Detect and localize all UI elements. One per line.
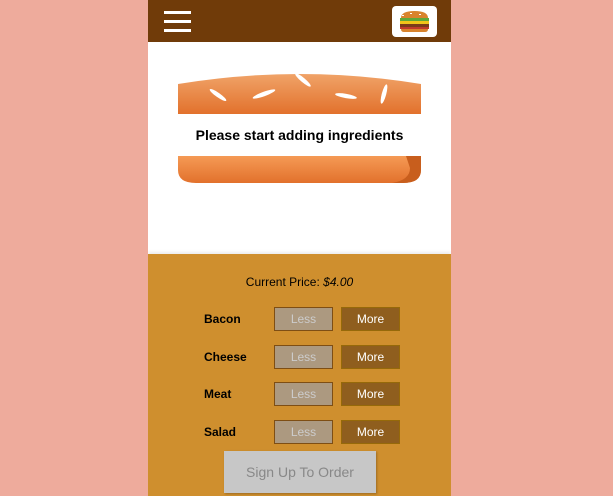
toolbar	[148, 0, 451, 42]
burger-preview: Please start adding ingredients	[148, 42, 451, 254]
sign-up-to-order-button[interactable]: Sign Up To Order	[224, 451, 376, 493]
hamburger-menu-icon[interactable]	[164, 11, 191, 33]
burger-logo-icon[interactable]	[392, 6, 437, 37]
price-value: $4.00	[323, 275, 354, 289]
empty-burger-message: Please start adding ingredients	[195, 127, 404, 143]
more-meat-button[interactable]: More	[341, 382, 400, 406]
ingredient-label: Bacon	[204, 312, 241, 326]
more-bacon-button[interactable]: More	[341, 307, 400, 331]
ingredient-label: Meat	[204, 387, 232, 401]
less-cheese-button[interactable]: Less	[274, 345, 333, 369]
price-label: Current Price:	[245, 275, 320, 289]
less-bacon-button[interactable]: Less	[274, 307, 333, 331]
bread-top-icon	[178, 73, 421, 114]
ingredient-label: Salad	[204, 425, 237, 439]
build-control-salad: Salad Less More	[148, 420, 451, 444]
build-control-meat: Meat Less More	[148, 382, 451, 406]
build-control-bacon: Bacon Less More	[148, 307, 451, 331]
build-controls: Current Price: $4.00 Bacon Less More Che…	[148, 254, 451, 496]
build-control-cheese: Cheese Less More	[148, 345, 451, 369]
ingredient-label: Cheese	[204, 350, 247, 364]
bread-bottom-icon	[178, 156, 421, 183]
more-salad-button[interactable]: More	[341, 420, 400, 444]
current-price: Current Price: $4.00	[148, 275, 451, 289]
less-meat-button[interactable]: Less	[274, 382, 333, 406]
less-salad-button[interactable]: Less	[274, 420, 333, 444]
app-frame: Please start adding ingredients Current …	[148, 0, 451, 496]
more-cheese-button[interactable]: More	[341, 345, 400, 369]
